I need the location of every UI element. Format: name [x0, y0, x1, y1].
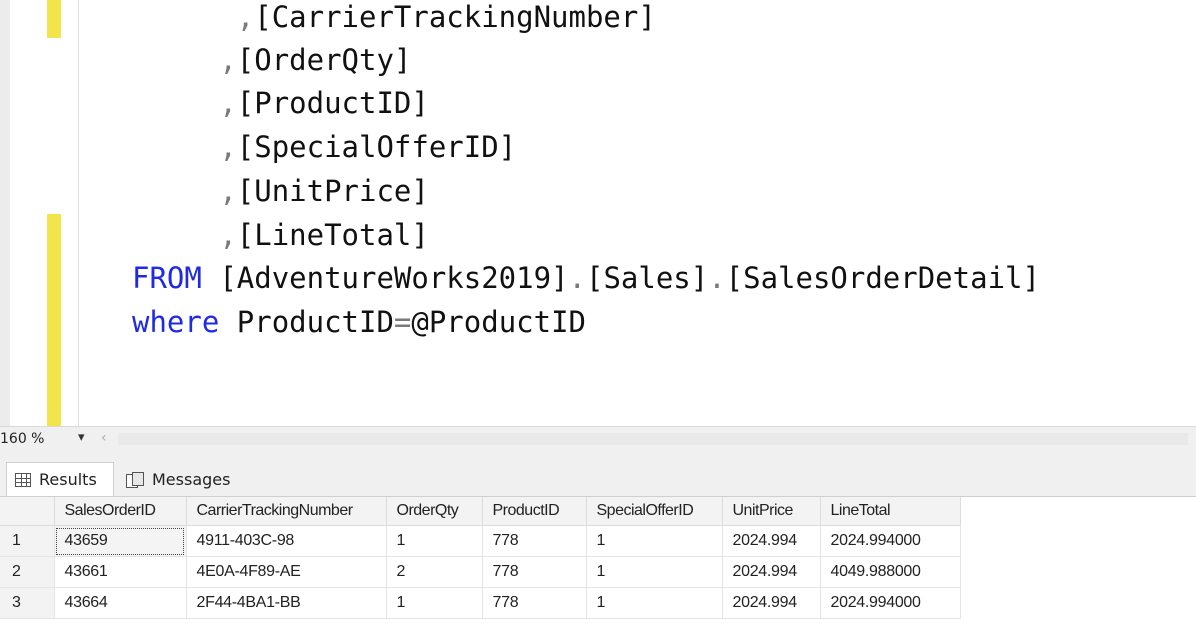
- table-cell[interactable]: 1: [386, 587, 483, 619]
- column-header[interactable]: UnitPrice: [722, 497, 821, 526]
- table-row[interactable]: 1 43659 4911-403C-98 1 778 1 2024.994 20…: [0, 525, 961, 557]
- zoom-level[interactable]: 160 %: [0, 431, 44, 447]
- horizontal-scrollbar[interactable]: [118, 433, 1188, 445]
- row-number[interactable]: 3: [0, 587, 55, 619]
- grid-header-row: SalesOrderID CarrierTrackingNumber Order…: [0, 497, 961, 526]
- editor-gutter: [0, 0, 80, 426]
- table-cell[interactable]: 43661: [54, 556, 187, 588]
- table-row[interactable]: 2 43661 4E0A-4F89-AE 2 778 1 2024.994 40…: [0, 556, 961, 588]
- table-cell[interactable]: 2024.994: [722, 556, 821, 588]
- query-editor[interactable]: ,[CarrierTrackingNumber] ,[OrderQty] ,[P…: [0, 0, 1196, 426]
- code-line-from: FROM [AdventureWorks2019].[Sales].[Sales…: [132, 261, 1040, 295]
- table-cell[interactable]: 43664: [54, 587, 187, 619]
- results-grid[interactable]: SalesOrderID CarrierTrackingNumber Order…: [0, 497, 1196, 628]
- sql-keyword: FROM: [132, 261, 202, 295]
- zoom-dropdown-icon[interactable]: ▾: [78, 430, 85, 445]
- change-indicator-bar: [47, 0, 61, 38]
- code-line: ,[ProductID]: [219, 86, 429, 120]
- table-cell[interactable]: 1: [586, 587, 723, 619]
- results-tab-bar: Results Messages: [0, 452, 1196, 497]
- tab-messages-label: Messages: [152, 469, 231, 489]
- row-number-header[interactable]: [0, 497, 55, 526]
- messages-icon: [126, 472, 144, 488]
- code-line: ,[SpecialOfferID]: [219, 130, 517, 164]
- table-cell[interactable]: 4E0A-4F89-AE: [186, 556, 387, 588]
- table-cell[interactable]: 2F44-4BA1-BB: [186, 587, 387, 619]
- gutter-margin: [0, 0, 10, 426]
- table-cell[interactable]: 1: [586, 556, 723, 588]
- table-cell[interactable]: 4049.988000: [820, 556, 961, 588]
- table-cell[interactable]: 778: [482, 587, 587, 619]
- column-header[interactable]: CarrierTrackingNumber: [186, 497, 387, 526]
- tab-results[interactable]: Results: [6, 462, 114, 496]
- tab-results-label: Results: [39, 470, 97, 489]
- editor-status-bar: 160 % ▾ ‹: [0, 426, 1196, 453]
- column-header[interactable]: SalesOrderID: [54, 497, 187, 526]
- table-cell-selected[interactable]: 43659: [54, 525, 187, 557]
- sql-keyword: where: [132, 305, 220, 339]
- code-line: ,[CarrierTrackingNumber]: [236, 0, 656, 34]
- table-cell[interactable]: 2024.994: [722, 525, 821, 557]
- code-line: ,[UnitPrice]: [219, 174, 429, 208]
- row-number[interactable]: 1: [0, 525, 55, 557]
- change-indicator-bar: [47, 214, 61, 426]
- table-cell[interactable]: 4911-403C-98: [186, 525, 387, 557]
- tab-messages[interactable]: Messages: [118, 462, 240, 496]
- table-cell[interactable]: 1: [386, 525, 483, 557]
- grid-icon: [15, 472, 31, 487]
- column-header[interactable]: SpecialOfferID: [586, 497, 723, 526]
- table-cell[interactable]: 1: [586, 525, 723, 557]
- scroll-left-icon[interactable]: ‹: [101, 430, 107, 446]
- table-cell[interactable]: 2024.994000: [820, 587, 961, 619]
- row-number[interactable]: 2: [0, 556, 55, 588]
- code-line: ,[LineTotal]: [219, 218, 429, 252]
- column-header[interactable]: ProductID: [482, 497, 587, 526]
- table-cell[interactable]: 778: [482, 556, 587, 588]
- code-line: ,[OrderQty]: [219, 43, 412, 77]
- table-cell[interactable]: 778: [482, 525, 587, 557]
- code-line-where: where ProductID=@ProductID: [132, 305, 586, 339]
- gutter-divider: [78, 0, 79, 426]
- column-header[interactable]: LineTotal: [820, 497, 961, 526]
- table-row[interactable]: 3 43664 2F44-4BA1-BB 1 778 1 2024.994 20…: [0, 587, 961, 619]
- table-cell[interactable]: 2024.994000: [820, 525, 961, 557]
- table-cell[interactable]: 2: [386, 556, 483, 588]
- table-cell[interactable]: 2024.994: [722, 587, 821, 619]
- column-header[interactable]: OrderQty: [386, 497, 483, 526]
